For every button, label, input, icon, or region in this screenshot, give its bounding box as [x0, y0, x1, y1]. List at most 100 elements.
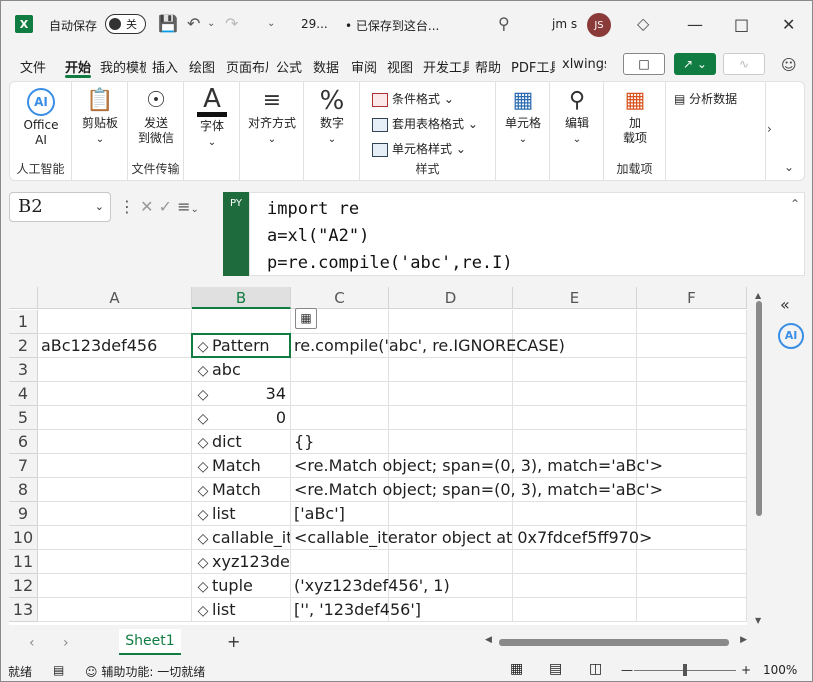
cell[interactable]: [291, 382, 389, 406]
python-object-icon[interactable]: ◇: [194, 479, 212, 501]
row-header[interactable]: 12: [9, 574, 38, 598]
collapse-formula-icon[interactable]: ⌃: [790, 197, 800, 211]
cell[interactable]: [637, 574, 747, 598]
file-name[interactable]: 29...: [301, 17, 328, 31]
share-button[interactable]: ↗ ⌄: [674, 53, 716, 75]
select-all-corner[interactable]: [9, 287, 38, 309]
column-header-a[interactable]: A: [38, 287, 192, 309]
cell-b[interactable]: ◇xyz123def456: [192, 550, 291, 574]
prev-sheet-icon[interactable]: ‹: [29, 635, 35, 651]
cell[interactable]: [513, 502, 637, 526]
font-button[interactable]: A 字体 ⌄: [190, 86, 234, 150]
macro-record-icon[interactable]: ▤: [53, 663, 64, 677]
catchup-button[interactable]: ∿: [723, 53, 765, 75]
options-icon[interactable]: ⋮: [119, 197, 135, 216]
tab-pdf-tools[interactable]: PDF工具: [511, 57, 555, 76]
row-header[interactable]: 5: [9, 406, 38, 430]
cell-b[interactable]: ◇ dict: [192, 430, 291, 454]
cell-a[interactable]: [38, 574, 192, 598]
ribbon-scroll-right-icon[interactable]: ›: [767, 122, 772, 136]
save-status[interactable]: • 已保存到这台...: [345, 17, 439, 34]
format-as-table-button[interactable]: 套用表格格式 ⌄: [372, 115, 478, 132]
cell-b[interactable]: ◇ tuple: [192, 574, 291, 598]
cell-a[interactable]: [38, 430, 192, 454]
cell[interactable]: [637, 598, 747, 622]
cell-c[interactable]: <re.Match object; span=(0, 3), match='aB…: [291, 454, 663, 478]
cell-c[interactable]: re.compile('abc', re.IGNORECASE): [291, 334, 565, 358]
close-button[interactable]: ✕: [782, 15, 795, 34]
zoom-slider-thumb[interactable]: [683, 664, 687, 676]
cell-a[interactable]: [38, 598, 192, 622]
scroll-up-icon[interactable]: ▲: [755, 291, 761, 300]
maximize-button[interactable]: □: [734, 15, 749, 34]
analyze-data-button[interactable]: ▤ 分析数据: [674, 90, 737, 107]
number-button[interactable]: % 数字 ⌄: [310, 88, 354, 147]
tab-formulas[interactable]: 公式: [276, 57, 302, 76]
paste-options-icon[interactable]: ▦: [295, 308, 317, 329]
addins-button[interactable]: ▦ 加 载项: [612, 88, 658, 146]
cell-c[interactable]: ['', '123def456']: [291, 598, 421, 622]
zoom-out-button[interactable]: —: [621, 663, 633, 677]
python-object-icon[interactable]: ◇: [194, 599, 212, 621]
python-object-icon[interactable]: ◇: [194, 407, 212, 429]
diamond-icon[interactable]: ◇: [637, 14, 649, 33]
cell[interactable]: [637, 310, 747, 334]
page-layout-view-icon[interactable]: ▤: [549, 661, 562, 677]
alignment-button[interactable]: ≡ 对齐方式 ⌄: [244, 88, 300, 147]
cell-b[interactable]: ◇ Match: [192, 478, 291, 502]
row-header[interactable]: 10: [9, 526, 38, 550]
cell-c[interactable]: <callable_iterator object at 0x7fdcef5ff…: [291, 526, 652, 550]
cell[interactable]: [513, 406, 637, 430]
formula-line-3[interactable]: p=re.compile('abc',re.I): [267, 253, 513, 273]
cell-b[interactable]: ◇ Match: [192, 454, 291, 478]
cell[interactable]: [637, 430, 747, 454]
name-box[interactable]: B2 ⌄: [9, 192, 111, 222]
scroll-right-icon[interactable]: ▶: [740, 635, 747, 645]
accessibility-status[interactable]: ☺ 辅助功能: 一切就绪: [85, 663, 205, 680]
cell[interactable]: [389, 382, 513, 406]
cell[interactable]: [389, 406, 513, 430]
user-name[interactable]: jm s: [552, 17, 577, 31]
cell-styles-button[interactable]: 单元格样式 ⌄: [372, 140, 466, 157]
column-header-d[interactable]: D: [389, 287, 513, 309]
cell[interactable]: [637, 358, 747, 382]
cell-a[interactable]: [38, 526, 192, 550]
cell-b[interactable]: ◇ abc: [192, 358, 291, 382]
row-header[interactable]: 11: [9, 550, 38, 574]
clipboard-button[interactable]: 📋 剪贴板 ⌄: [78, 88, 122, 147]
avatar[interactable]: JS: [587, 13, 611, 37]
redo-icon[interactable]: ↷: [225, 14, 238, 33]
vertical-scrollbar[interactable]: ▲ ▼: [753, 291, 765, 625]
row-header[interactable]: 9: [9, 502, 38, 526]
ribbon-collapse-icon[interactable]: ⌄: [784, 160, 794, 174]
cell-a[interactable]: [38, 550, 192, 574]
python-object-icon[interactable]: ◇: [194, 575, 212, 597]
ai-assistant-icon[interactable]: AI: [778, 323, 804, 349]
undo-dropdown-icon[interactable]: ⌄: [207, 18, 215, 29]
cell[interactable]: [389, 430, 513, 454]
formula-editor[interactable]: import re a=xl("A2") p=re.compile('abc',…: [249, 192, 805, 276]
cell[interactable]: [513, 550, 637, 574]
cell[interactable]: [513, 574, 637, 598]
cell[interactable]: [513, 310, 637, 334]
comments-button[interactable]: □: [623, 53, 665, 75]
cell[interactable]: [291, 550, 389, 574]
cell-b[interactable]: ◇ list: [192, 502, 291, 526]
cell[interactable]: [637, 334, 747, 358]
cell-a[interactable]: [38, 502, 192, 526]
cell-a[interactable]: [38, 358, 192, 382]
worksheet-grid[interactable]: A B C D E F 1 2 aBc123def456 ◇ Pattern re.com…: [9, 287, 747, 625]
row-header[interactable]: 1: [9, 310, 38, 334]
python-object-icon[interactable]: ◇: [194, 551, 212, 573]
vertical-scroll-thumb[interactable]: [756, 301, 762, 516]
cell-a[interactable]: [38, 406, 192, 430]
office-ai-button[interactable]: AI Office AI: [18, 88, 64, 148]
horizontal-scroll-thumb[interactable]: [499, 639, 729, 646]
tab-page-layout[interactable]: 页面布局: [226, 57, 268, 76]
tab-view[interactable]: 视图: [387, 57, 413, 76]
autosave-toggle[interactable]: 关: [105, 14, 146, 34]
cell-c[interactable]: {}: [291, 430, 314, 454]
cell-b[interactable]: ◇callable_iterator: [192, 526, 291, 550]
next-sheet-icon[interactable]: ›: [63, 635, 69, 651]
scroll-left-icon[interactable]: ◀: [485, 635, 492, 645]
